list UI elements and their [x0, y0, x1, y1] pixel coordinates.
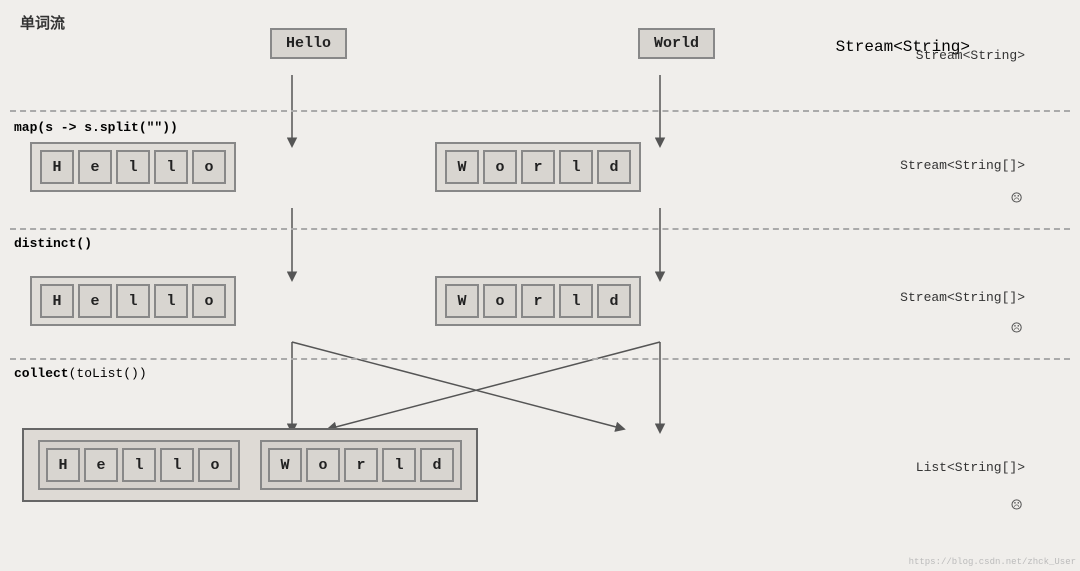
stream-type-3: Stream<String[]>	[900, 290, 1025, 305]
sad-face-map: ☹	[1011, 188, 1022, 210]
letter-o2-col: o	[306, 448, 340, 482]
letter-l3-map: l	[559, 150, 593, 184]
letter-l1-col: l	[122, 448, 156, 482]
world-label: World	[638, 28, 715, 59]
letter-H-map: H	[40, 150, 74, 184]
dashed-line-3	[10, 358, 1070, 360]
letter-l2-col: l	[160, 448, 194, 482]
letter-o2-map: o	[483, 150, 517, 184]
sad-face-distinct: ☹	[1011, 318, 1022, 340]
letter-l1-map: l	[116, 150, 150, 184]
letter-d-col: d	[420, 448, 454, 482]
distinct-hello-box: H e l l o	[30, 276, 236, 326]
world-word-box: World	[638, 28, 715, 59]
letter-o-map: o	[192, 150, 226, 184]
letter-d-map: d	[597, 150, 631, 184]
stream-type-4: List<String[]>	[916, 460, 1025, 475]
distinct-world-box: W o r l d	[435, 276, 641, 326]
letter-l2-map: l	[154, 150, 188, 184]
hello-word-box: Hello	[270, 28, 347, 59]
letter-r-dist: r	[521, 284, 555, 318]
dashed-line-2	[10, 228, 1070, 230]
map-hello-box: H e l l o	[30, 142, 236, 192]
dashed-line-1	[10, 110, 1070, 112]
letter-H-dist: H	[40, 284, 74, 318]
letter-l2-dist: l	[154, 284, 188, 318]
page: 单词流 Hello World	[0, 0, 1080, 571]
letter-W-map: W	[445, 150, 479, 184]
letter-d-dist: d	[597, 284, 631, 318]
letter-r-col: r	[344, 448, 378, 482]
letter-l3-dist: l	[559, 284, 593, 318]
letter-o-dist: o	[192, 284, 226, 318]
letter-o-col: o	[198, 448, 232, 482]
letter-H-col: H	[46, 448, 80, 482]
letter-W-col: W	[268, 448, 302, 482]
distinct-label: distinct()	[14, 234, 92, 252]
sad-face-collect: ☹	[1011, 495, 1022, 517]
stream-type-top: Stream<String>	[916, 48, 1025, 63]
letter-W-dist: W	[445, 284, 479, 318]
letter-e-col: e	[84, 448, 118, 482]
hello-label: Hello	[270, 28, 347, 59]
collect-container: H e l l o W o r l d	[22, 428, 478, 502]
collect-world-inner: W o r l d	[260, 440, 462, 490]
letter-r-map: r	[521, 150, 555, 184]
collect-label: collect(toList())	[14, 364, 147, 382]
collect-hello-inner: H e l l o	[38, 440, 240, 490]
watermark: https://blog.csdn.net/zhck_User	[909, 557, 1076, 567]
letter-l1-dist: l	[116, 284, 150, 318]
letter-l3-col: l	[382, 448, 416, 482]
map-world-box: W o r l d	[435, 142, 641, 192]
page-title: 单词流	[20, 12, 1060, 33]
letter-e-dist: e	[78, 284, 112, 318]
letter-o2-dist: o	[483, 284, 517, 318]
stream-type-2: Stream<String[]>	[900, 158, 1025, 173]
map-label: map(s -> s.split(""))	[14, 118, 178, 136]
letter-e-map: e	[78, 150, 112, 184]
